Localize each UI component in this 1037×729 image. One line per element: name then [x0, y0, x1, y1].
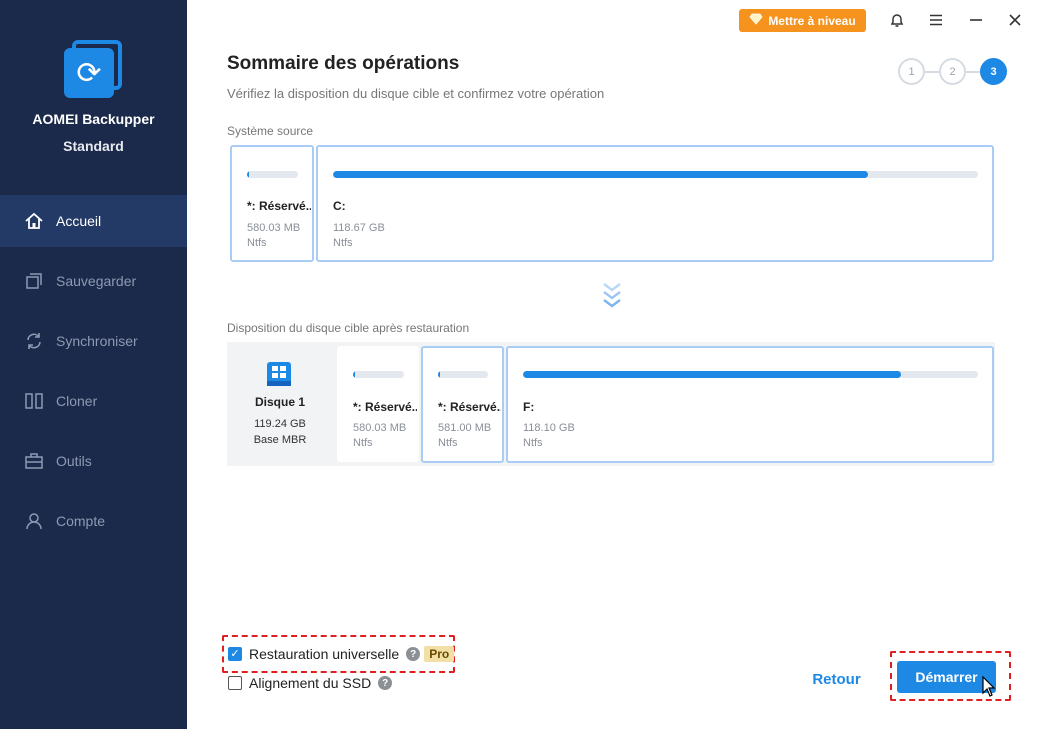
sidebar-item-compte[interactable]: Compte: [0, 495, 187, 547]
close-icon[interactable]: [1005, 10, 1025, 30]
disk-name: Disque 1: [254, 395, 305, 409]
mouse-cursor-icon: [982, 676, 996, 697]
ssd-alignment-label: Alignement du SSD: [249, 675, 372, 691]
partition-size: 580.03 MB: [353, 422, 407, 434]
sidebar-item-synchroniser[interactable]: Synchroniser: [0, 315, 187, 367]
partition-size: 581.00 MB: [438, 422, 492, 434]
usage-bar-fill: [247, 171, 249, 178]
backup-icon: [24, 271, 44, 291]
upgrade-button[interactable]: Mettre à niveau: [739, 9, 866, 32]
target-partition-f[interactable]: F: 118.10 GB Ntfs: [506, 346, 994, 463]
source-partition-reserved[interactable]: *: Réservé... 580.03 MB Ntfs: [230, 145, 314, 262]
toolbox-icon: [24, 451, 44, 471]
target-partition-reserved-1[interactable]: *: Réservé... 580.03 MB Ntfs: [337, 346, 419, 462]
page-subtitle: Vérifiez la disposition du disque cible …: [227, 86, 605, 101]
sidebar-item-label: Outils: [56, 453, 92, 469]
ssd-alignment-checkbox[interactable]: [228, 676, 242, 690]
sidebar-item-label: Accueil: [56, 213, 102, 229]
partition-fs: Ntfs: [247, 237, 267, 249]
back-button[interactable]: Retour: [800, 665, 873, 693]
step-indicator: 1 2 3: [898, 58, 1007, 85]
help-icon[interactable]: ?: [406, 647, 421, 661]
source-label: Système source: [227, 124, 314, 138]
partition-size: 580.03 MB: [247, 222, 301, 234]
partition-fs: Ntfs: [353, 437, 373, 449]
help-icon[interactable]: ?: [378, 676, 393, 690]
app-name: AOMEI Backupper: [32, 111, 155, 127]
sidebar-item-cloner[interactable]: Cloner: [0, 375, 187, 427]
partition-name: *: Réservé...: [438, 400, 501, 414]
disk-type: Base MBR: [253, 434, 307, 446]
sidebar-item-outils[interactable]: Outils: [0, 435, 187, 487]
sidebar-item-label: Cloner: [56, 393, 98, 409]
disk-icon: [267, 362, 291, 386]
disk-size: 119.24 GB: [254, 418, 306, 430]
partition-name: C:: [333, 199, 346, 213]
sidebar-item-sauvegarder[interactable]: Sauvegarder: [0, 255, 187, 307]
target-label: Disposition du disque cible après restau…: [227, 321, 470, 335]
universal-restore-checkbox[interactable]: ✓: [228, 647, 242, 661]
app-edition: Standard: [63, 138, 124, 154]
partition-size: 118.10 GB: [523, 422, 575, 434]
sync-icon: [24, 331, 44, 351]
step-3: 3: [980, 58, 1007, 85]
page-title: Sommaire des opérations: [227, 53, 460, 74]
minimize-icon[interactable]: [966, 10, 986, 30]
menu-icon[interactable]: [926, 10, 946, 30]
universal-restore-option[interactable]: ✓ Restauration universelle ? Pro: [228, 646, 455, 662]
usage-bar-fill: [438, 371, 440, 378]
usage-bar-fill: [333, 171, 869, 178]
sidebar-item-accueil[interactable]: Accueil: [0, 195, 187, 247]
step-1: 1: [898, 58, 925, 85]
universal-restore-label: Restauration universelle: [249, 646, 400, 662]
partition-fs: Ntfs: [438, 437, 458, 449]
pro-badge: Pro: [424, 646, 455, 662]
sidebar-item-label: Sauvegarder: [56, 273, 137, 289]
sidebar-item-label: Compte: [56, 513, 106, 529]
diamond-icon: [749, 13, 763, 28]
usage-bar-fill: [523, 371, 901, 378]
target-partition-reserved-2[interactable]: *: Réservé... 581.00 MB Ntfs: [421, 346, 504, 463]
partition-fs: Ntfs: [333, 237, 353, 249]
ssd-alignment-option[interactable]: Alignement du SSD ?: [228, 675, 393, 691]
partition-name: *: Réservé...: [353, 400, 417, 414]
user-icon: [24, 511, 44, 531]
home-icon: [24, 211, 44, 231]
step-2: 2: [939, 58, 966, 85]
partition-name: *: Réservé...: [247, 199, 311, 213]
bell-icon[interactable]: [887, 10, 907, 30]
partition-fs: Ntfs: [523, 437, 543, 449]
sidebar-nav: Accueil Sauvegarder Synchroniser Cloner …: [0, 195, 187, 555]
upgrade-label: Mettre à niveau: [768, 13, 856, 28]
sidebar-item-label: Synchroniser: [56, 333, 138, 349]
clone-icon: [24, 391, 44, 411]
partition-size: 118.67 GB: [333, 222, 385, 234]
partition-name: F:: [523, 400, 535, 414]
sidebar: ⟳ AOMEI Backupper Standard Accueil Sauve…: [0, 0, 187, 729]
chevron-down-icon: [603, 283, 621, 308]
source-partition-c[interactable]: C: 118.67 GB Ntfs: [316, 145, 994, 262]
usage-bar-fill: [353, 371, 355, 378]
target-disk-info: Disque 1 119.24 GB Base MBR: [227, 342, 333, 466]
app-logo-icon: ⟳: [64, 40, 122, 98]
